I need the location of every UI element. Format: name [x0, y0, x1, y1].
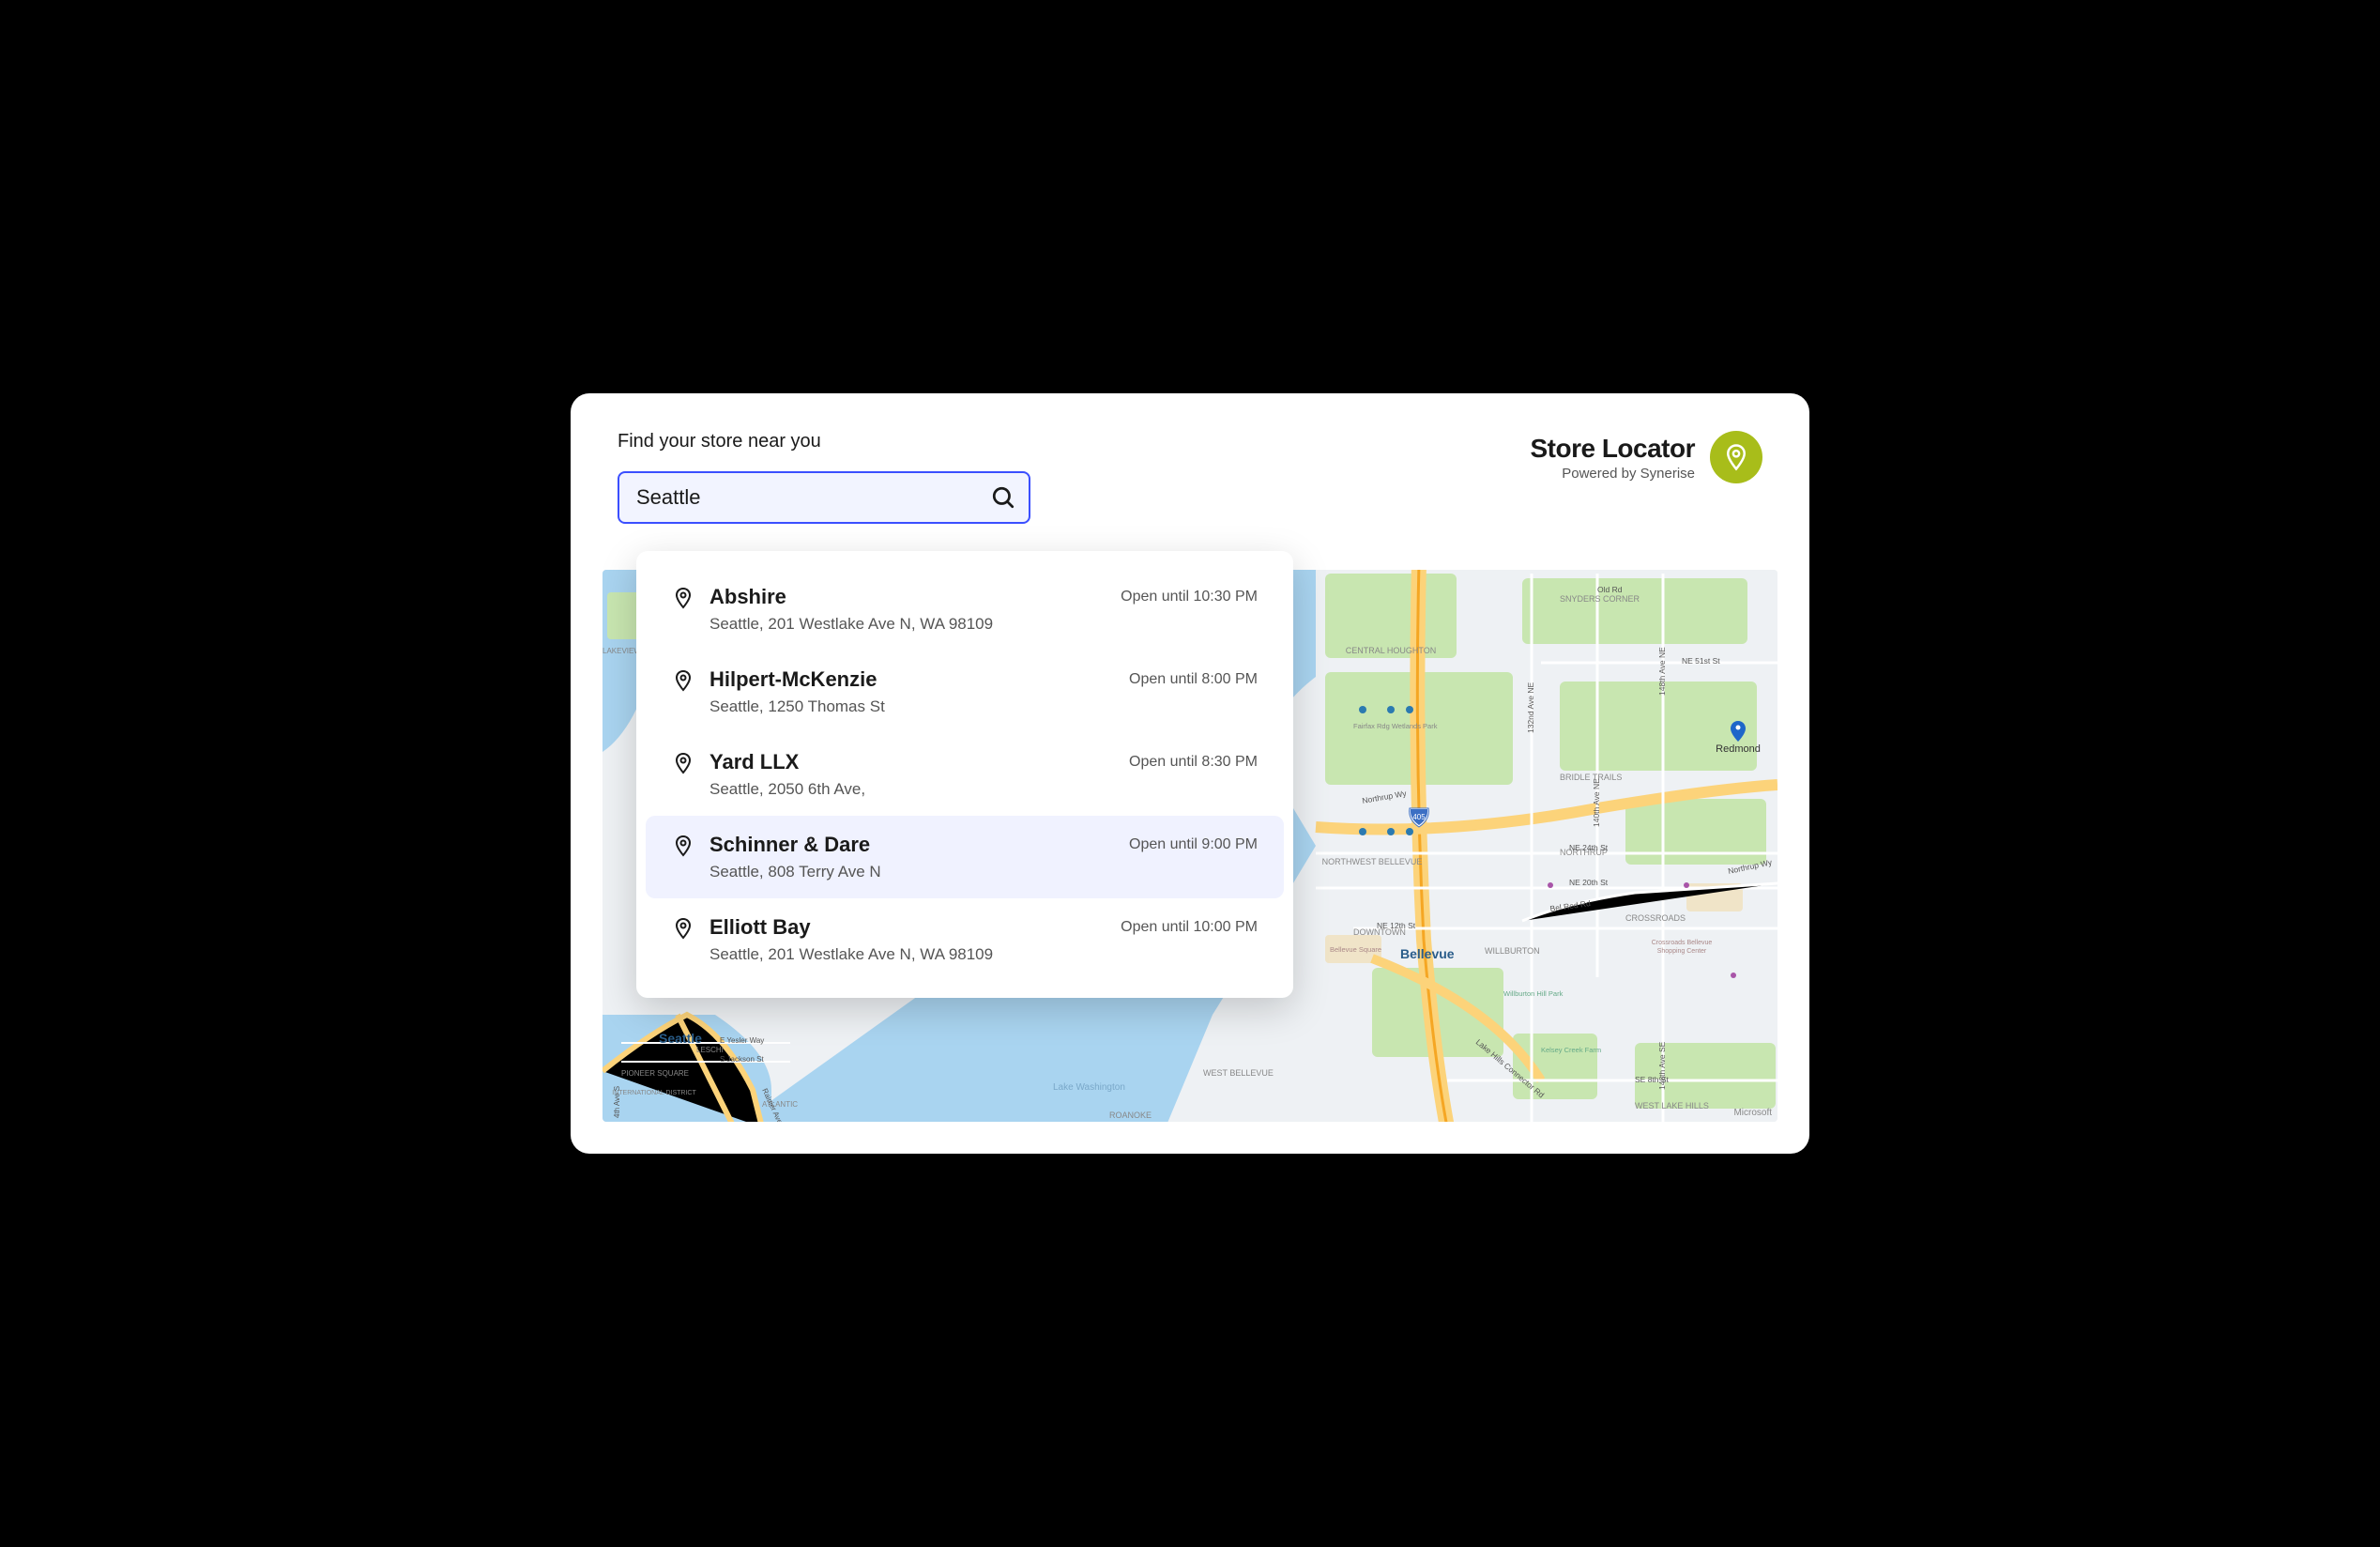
header-left: Find your store near you: [618, 431, 1530, 524]
store-item[interactable]: Elliott Bay Seattle, 201 Westlake Ave N, …: [646, 898, 1284, 981]
store-hours: Open until 8:00 PM: [1129, 671, 1258, 688]
store-body: Abshire Seattle, 201 Westlake Ave N, WA 9…: [709, 585, 1121, 634]
svg-text:Shopping Center: Shopping Center: [1657, 948, 1707, 955]
store-hours: Open until 9:00 PM: [1129, 836, 1258, 853]
svg-text:E Yesler Way: E Yesler Way: [720, 1036, 764, 1045]
brand-subtitle: Powered by Synerise: [1530, 466, 1695, 482]
search-input[interactable]: [618, 471, 1030, 524]
svg-text:WEST BELLEVUE: WEST BELLEVUE: [1203, 1068, 1274, 1078]
svg-text:Crossroads Bellevue: Crossroads Bellevue: [1652, 940, 1713, 946]
svg-text:CENTRAL HOUGHTON: CENTRAL HOUGHTON: [1346, 646, 1437, 655]
store-body: Yard LLX Seattle, 2050 6th Ave,: [709, 750, 1129, 799]
location-pin-icon: [672, 917, 694, 940]
store-name: Elliott Bay: [709, 915, 1121, 940]
store-hours: Open until 10:30 PM: [1121, 589, 1258, 605]
store-body: Hilpert-McKenzie Seattle, 1250 Thomas St: [709, 667, 1129, 716]
store-name: Hilpert-McKenzie: [709, 667, 1129, 692]
svg-text:ROANOKE: ROANOKE: [1109, 1110, 1152, 1120]
svg-text:Bellevue: Bellevue: [1400, 946, 1455, 961]
results-dropdown: Abshire Seattle, 201 Westlake Ave N, WA 9…: [636, 551, 1293, 998]
svg-text:Kelsey Creek Farm: Kelsey Creek Farm: [1541, 1046, 1601, 1054]
svg-text:132nd Ave NE: 132nd Ave NE: [1526, 682, 1535, 733]
svg-text:INTERNATIONAL DISTRICT: INTERNATIONAL DISTRICT: [612, 1090, 696, 1096]
brand-badge: [1710, 431, 1762, 483]
svg-text:NE 24th St: NE 24th St: [1569, 843, 1609, 852]
svg-text:Bellevue Square: Bellevue Square: [1330, 945, 1381, 954]
location-pin-icon: [672, 835, 694, 857]
search-wrapper: [618, 471, 1030, 524]
svg-text:WEST LAKE HILLS: WEST LAKE HILLS: [1635, 1101, 1709, 1110]
search-label: Find your store near you: [618, 431, 1530, 452]
svg-text:CROSSROADS: CROSSROADS: [1625, 913, 1686, 923]
location-pin-icon: [672, 587, 694, 609]
store-address: Seattle, 808 Terry Ave N: [709, 863, 1129, 881]
location-pin-icon: [672, 669, 694, 692]
location-pin-icon: [672, 752, 694, 774]
brand-title: Store Locator: [1530, 434, 1695, 464]
store-name: Abshire: [709, 585, 1121, 609]
svg-text:NE 51st St: NE 51st St: [1682, 656, 1720, 666]
svg-text:148th Ave SE: 148th Ave SE: [1657, 1041, 1667, 1090]
svg-text:WILLBURTON: WILLBURTON: [1485, 946, 1540, 956]
store-body: Schinner & Dare Seattle, 808 Terry Ave N: [709, 833, 1129, 881]
store-item[interactable]: Yard LLX Seattle, 2050 6th Ave,Open until…: [646, 733, 1284, 816]
svg-text:405: 405: [1412, 813, 1426, 821]
svg-text:Redmond: Redmond: [1716, 743, 1761, 755]
header: Find your store near you Store Locator P…: [571, 393, 1809, 524]
svg-text:NORTHWEST BELLEVUE: NORTHWEST BELLEVUE: [1322, 857, 1423, 866]
svg-text:LESCHI: LESCHI: [696, 1046, 724, 1054]
svg-text:SNYDERS CORNER: SNYDERS CORNER: [1560, 594, 1640, 604]
store-hours: Open until 10:00 PM: [1121, 919, 1258, 936]
store-hours: Open until 8:30 PM: [1129, 754, 1258, 771]
map-attribution: Microsoft: [1733, 1108, 1772, 1118]
svg-text:4th Ave S: 4th Ave S: [613, 1086, 621, 1118]
svg-text:NE 12th St: NE 12th St: [1377, 921, 1416, 930]
store-locator-card: Find your store near you Store Locator P…: [571, 393, 1809, 1154]
store-address: Seattle, 201 Westlake Ave N, WA 98109: [709, 615, 1121, 634]
store-address: Seattle, 1250 Thomas St: [709, 697, 1129, 716]
svg-text:Lake Washington: Lake Washington: [1053, 1082, 1125, 1093]
svg-text:148th Ave NE: 148th Ave NE: [1657, 647, 1667, 696]
brand-text: Store Locator Powered by Synerise: [1530, 434, 1695, 482]
store-address: Seattle, 2050 6th Ave,: [709, 780, 1129, 799]
store-item[interactable]: Schinner & Dare Seattle, 808 Terry Ave NO…: [646, 816, 1284, 898]
svg-text:Seattle: Seattle: [659, 1031, 702, 1046]
store-name: Schinner & Dare: [709, 833, 1129, 857]
store-item[interactable]: Abshire Seattle, 201 Westlake Ave N, WA 9…: [646, 568, 1284, 651]
store-body: Elliott Bay Seattle, 201 Westlake Ave N, …: [709, 915, 1121, 964]
svg-text:Willburton Hill Park: Willburton Hill Park: [1503, 989, 1564, 998]
store-address: Seattle, 201 Westlake Ave N, WA 98109: [709, 945, 1121, 964]
svg-text:NE 20th St: NE 20th St: [1569, 878, 1609, 887]
svg-text:140th Ave NE: 140th Ave NE: [1592, 778, 1601, 827]
svg-text:PIONEER SQUARE: PIONEER SQUARE: [621, 1069, 689, 1078]
header-right: Store Locator Powered by Synerise: [1530, 431, 1762, 483]
store-item[interactable]: Hilpert-McKenzie Seattle, 1250 Thomas StO…: [646, 651, 1284, 733]
svg-text:Old Rd: Old Rd: [1597, 585, 1623, 594]
svg-text:S Jackson St: S Jackson St: [720, 1055, 764, 1064]
store-name: Yard LLX: [709, 750, 1129, 774]
svg-text:Fairfax Rdg Wetlands Park: Fairfax Rdg Wetlands Park: [1353, 722, 1438, 730]
